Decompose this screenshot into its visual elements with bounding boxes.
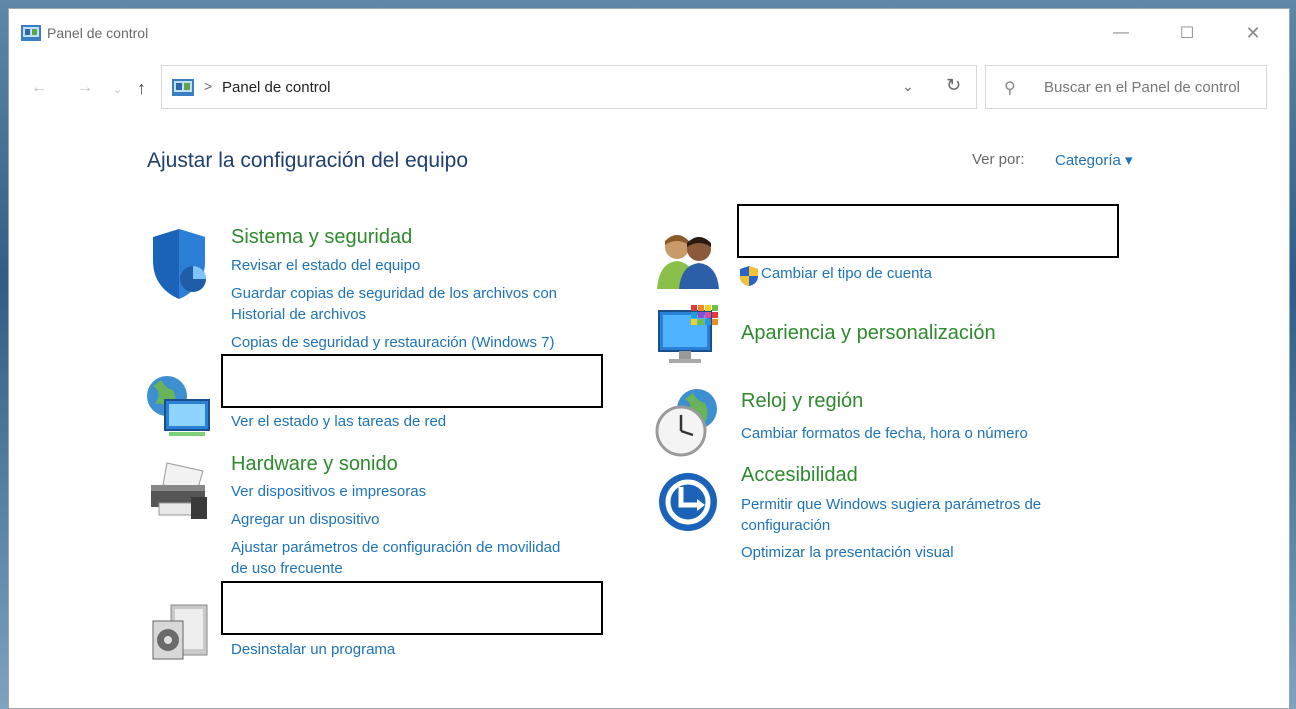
category-appearance-title[interactable]: Apariencia y personalización	[741, 322, 996, 345]
address-dropdown-button[interactable]: ⌄	[902, 78, 914, 95]
back-button[interactable]: ←	[31, 79, 47, 97]
category-hardware-sound-title[interactable]: Hardware y sonido	[231, 453, 398, 476]
link-file-history[interactable]: Guardar copias de seguridad de los archi…	[231, 283, 557, 305]
up-button[interactable]: ↑	[137, 78, 146, 99]
link-devices-printers[interactable]: Ver dispositivos e impresoras	[231, 481, 426, 503]
close-button[interactable]: ✕	[1235, 19, 1271, 47]
clock-region-icon[interactable]	[653, 387, 723, 457]
network-icon[interactable]	[143, 374, 215, 444]
view-by-dropdown[interactable]: Categoría ▾	[1055, 151, 1133, 169]
breadcrumb-separator: >	[204, 78, 213, 94]
link-change-account-type[interactable]: Cambiar el tipo de cuenta	[761, 263, 932, 285]
shield-icon[interactable]	[149, 227, 209, 301]
refresh-button[interactable]: ↻	[946, 75, 961, 96]
link-network-status[interactable]: Ver el estado y las tareas de red	[231, 411, 446, 433]
control-panel-icon	[21, 25, 41, 41]
link-change-formats[interactable]: Cambiar formatos de fecha, hora o número	[741, 423, 1028, 445]
view-by-label: Ver por:	[972, 151, 1025, 168]
search-input[interactable]: ⚲ Buscar en el Panel de control	[985, 65, 1267, 109]
link-windows-suggest-settings[interactable]: Permitir que Windows sugiera parámetros …	[741, 494, 1041, 516]
page-title: Ajustar la configuración del equipo	[147, 149, 469, 172]
maximize-button[interactable]: ☐	[1169, 19, 1205, 47]
title-bar: Panel de control — ☐ ✕	[9, 9, 1289, 57]
redacted-network-title	[221, 354, 603, 408]
search-placeholder: Buscar en el Panel de control	[1044, 79, 1240, 96]
address-bar[interactable]: > Panel de control ⌄ ↻	[161, 65, 977, 109]
category-system-security-title[interactable]: Sistema y seguridad	[231, 226, 412, 249]
programs-icon[interactable]	[149, 603, 213, 663]
link-add-device[interactable]: Agregar un dispositivo	[231, 509, 379, 531]
link-file-history-cont[interactable]: Historial de archivos	[231, 304, 366, 326]
search-icon: ⚲	[1004, 80, 1016, 97]
link-mobility-settings-cont[interactable]: de uso frecuente	[231, 558, 343, 580]
window-title: Panel de control	[47, 25, 149, 41]
redacted-accounts-title	[737, 204, 1119, 258]
link-windows-suggest-settings-cont[interactable]: configuración	[741, 515, 830, 537]
minimize-button[interactable]: —	[1103, 19, 1139, 47]
recent-locations-button[interactable]: ⌄	[113, 83, 122, 96]
user-accounts-icon[interactable]	[655, 229, 721, 289]
control-panel-window: Panel de control — ☐ ✕ ← → ⌄ ↑ > Panel d…	[8, 8, 1290, 709]
accessibility-icon[interactable]	[657, 471, 719, 533]
link-optimize-visual-display[interactable]: Optimizar la presentación visual	[741, 542, 954, 564]
appearance-icon[interactable]	[657, 305, 723, 367]
printer-icon[interactable]	[145, 461, 215, 523]
redacted-programs-title	[221, 581, 603, 635]
link-mobility-settings[interactable]: Ajustar parámetros de configuración de m…	[231, 537, 560, 559]
uac-shield-icon	[740, 266, 758, 286]
category-accessibility-title[interactable]: Accesibilidad	[741, 464, 858, 487]
forward-button[interactable]: →	[77, 79, 93, 97]
link-backup-restore[interactable]: Copias de seguridad y restauración (Wind…	[231, 332, 555, 354]
control-panel-icon	[172, 79, 194, 96]
category-clock-region-title[interactable]: Reloj y región	[741, 390, 863, 413]
breadcrumb[interactable]: Panel de control	[222, 79, 330, 96]
link-review-status[interactable]: Revisar el estado del equipo	[231, 255, 420, 277]
link-uninstall-program[interactable]: Desinstalar un programa	[231, 639, 395, 661]
